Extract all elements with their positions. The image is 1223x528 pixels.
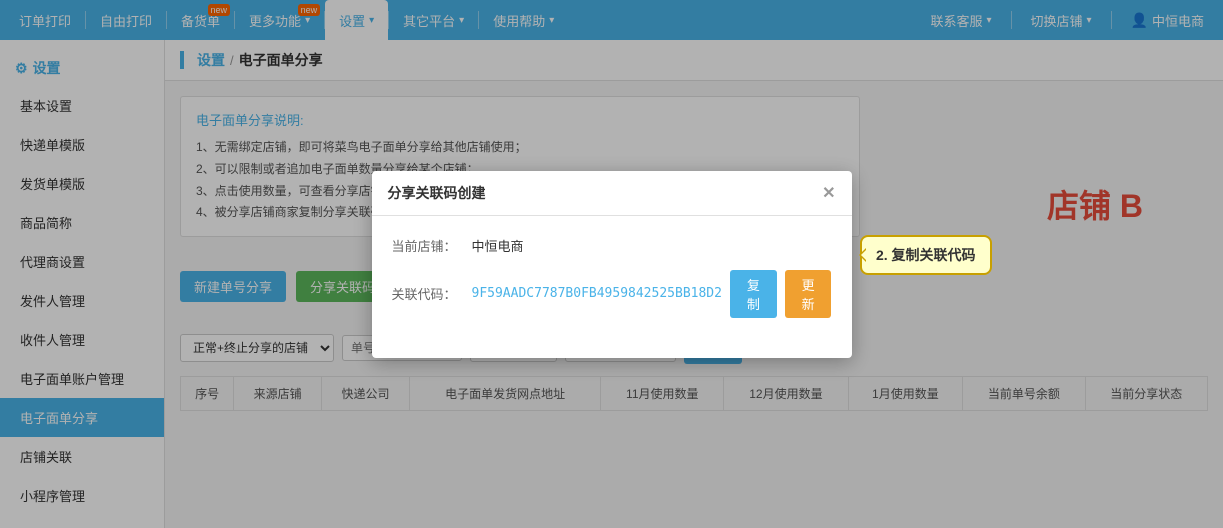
tooltip2-text: 2. 复制关联代码: [876, 245, 976, 265]
code-buttons-wrap: 复制 更新 2. 复制关联代码: [730, 270, 832, 318]
modal-body: 当前店铺： 中恒电商 关联代码： 9F59AADC7787B0FB4959842…: [372, 216, 852, 358]
modal-title: 分享关联码创建: [388, 183, 486, 203]
refresh-button[interactable]: 更新: [785, 270, 832, 318]
code-row: 关联代码： 9F59AADC7787B0FB4959842525BB18D2 复…: [392, 270, 832, 318]
current-store-value: 中恒电商: [472, 236, 524, 255]
current-store-row: 当前店铺： 中恒电商: [392, 236, 832, 255]
modal: 分享关联码创建 ✕ 当前店铺： 中恒电商 关联代码： 9F59AADC7787B…: [372, 171, 852, 358]
current-store-label: 当前店铺：: [392, 236, 472, 255]
code-label: 关联代码：: [392, 284, 472, 303]
modal-overlay[interactable]: 分享关联码创建 ✕ 当前店铺： 中恒电商 关联代码： 9F59AADC7787B…: [0, 0, 1223, 528]
close-icon[interactable]: ✕: [822, 183, 835, 203]
code-value: 9F59AADC7787B0FB4959842525BB18D2: [472, 286, 722, 301]
copy-button[interactable]: 复制: [730, 270, 777, 318]
tooltip2-bubble: 2. 复制关联代码: [860, 235, 992, 275]
modal-header: 分享关联码创建 ✕: [372, 171, 852, 216]
code-area: 9F59AADC7787B0FB4959842525BB18D2 复制 更新 2…: [472, 270, 832, 318]
